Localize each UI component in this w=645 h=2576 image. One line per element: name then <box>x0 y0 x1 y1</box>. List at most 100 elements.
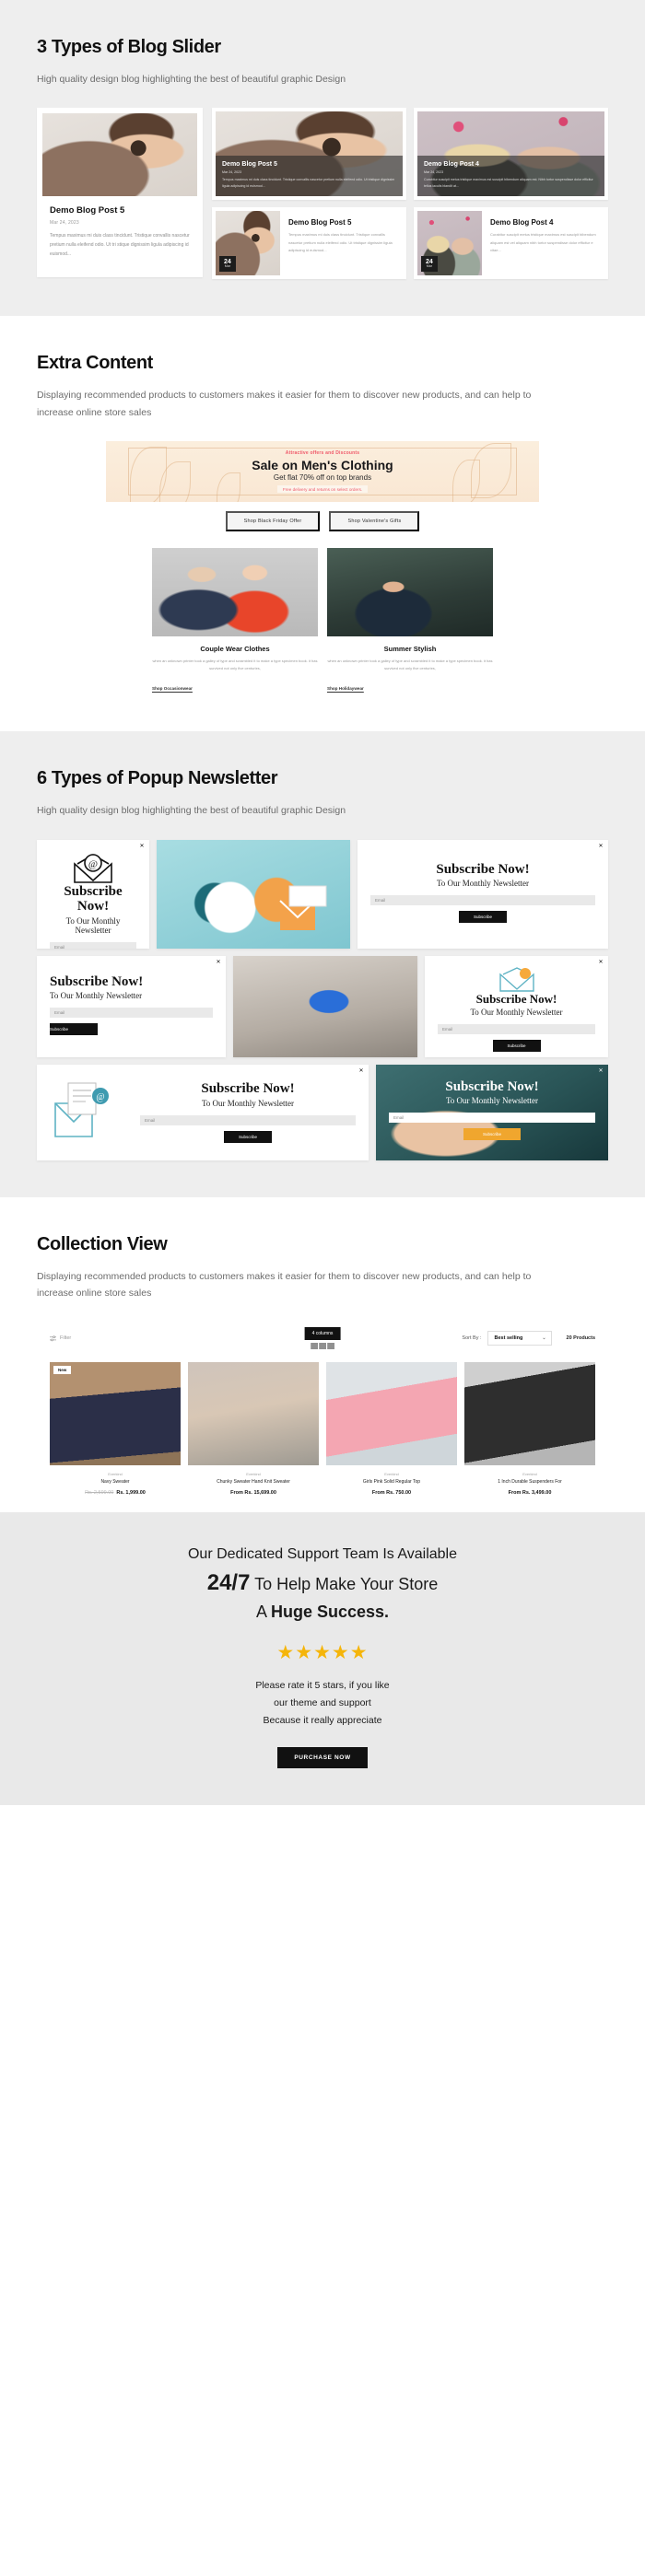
blog-card-overlay[interactable]: Demo Blog Post 5 Mar 24, 2023 Tempus max… <box>212 108 406 201</box>
collection-section-subtitle: Displaying recommended products to custo… <box>37 1270 532 1299</box>
popup-card-2[interactable] <box>157 839 350 949</box>
columns-3-icon <box>319 1343 326 1350</box>
extra-product-title: Summer Stylish <box>383 645 437 654</box>
product-price: From Rs. 15,699.00 <box>230 1489 276 1496</box>
blog-plain-column: Demo Blog Post 5 Mar 24, 2023 Tempus max… <box>37 108 203 279</box>
product-card[interactable]: New Everkind Navy Sweater Rs. 2,599.00 Rs… <box>50 1362 181 1496</box>
popup-card-6[interactable]: ✕ Subscribe Now! To Our Monthly Newslett… <box>425 955 608 1057</box>
filter-button[interactable]: Filter <box>50 1335 71 1342</box>
product-price: From Rs. 3,499.00 <box>508 1489 552 1496</box>
sort-value: Best selling <box>494 1335 523 1342</box>
subscribe-button[interactable]: Subscribe <box>50 1023 98 1035</box>
extra-section-title: Extra Content <box>37 353 153 374</box>
close-icon[interactable]: ✕ <box>597 1067 604 1075</box>
close-icon[interactable]: ✕ <box>358 1067 365 1075</box>
shop-black-friday-button[interactable]: Shop Black Friday Offer <box>225 511 321 532</box>
blog-card-title[interactable]: Demo Blog Post 5 <box>222 161 396 168</box>
email-field[interactable]: Email <box>389 1113 595 1123</box>
shop-valentines-button[interactable]: Shop Valentine's Gifts <box>329 511 420 532</box>
blog-card-side[interactable]: 24 Mar Demo Blog Post 4 Curabitur suscip… <box>414 207 608 280</box>
product-card[interactable]: Everkind 1 Inch Durable Suspenders For F… <box>464 1362 595 1496</box>
close-icon[interactable]: ✕ <box>138 843 146 850</box>
shop-occasionwear-link[interactable]: Shop Occasionwear <box>152 686 193 691</box>
sort-select[interactable]: Best selling ⌄ <box>487 1331 552 1346</box>
columns-icon-group[interactable] <box>311 1343 334 1350</box>
blog-card-title[interactable]: Demo Blog Post 5 <box>288 218 397 227</box>
popup-section-subtitle: High quality design blog highlighting th… <box>37 805 346 817</box>
popup-card-5[interactable] <box>233 955 417 1057</box>
columns-4-icon <box>327 1343 334 1350</box>
close-icon[interactable]: ✕ <box>215 959 222 966</box>
popup-subheading: To Our Monthly Newsletter <box>65 915 121 935</box>
extra-product-card[interactable]: Couple Wear Clothes when an unknown prin… <box>152 548 318 694</box>
blog-card-title[interactable]: Demo Blog Post 5 <box>50 205 190 216</box>
popup-body: @ Subscribe Now! To Our Monthly Newslett… <box>37 1065 369 1160</box>
blog-card-image: 24 Mar <box>216 211 280 276</box>
column-switcher[interactable]: 4 columns <box>304 1327 341 1350</box>
chevron-down-icon: ⌄ <box>542 1335 546 1342</box>
purchase-now-button[interactable]: PURCHASE NOW <box>277 1746 368 1768</box>
subscribe-button[interactable]: Subscribe <box>492 1039 541 1052</box>
email-field[interactable]: Email <box>140 1114 356 1125</box>
product-card[interactable]: Everkind Girls Pink Solid Regular Top Fr… <box>326 1362 457 1496</box>
blog-card-excerpt: Tempus maximus mi duis class tincidunt. … <box>50 233 190 258</box>
blog-card-excerpt: Curabitur suscipit metus tristique maxim… <box>424 177 593 188</box>
collection-toolbar: Filter 4 columns Sort By : Best selling … <box>37 1322 608 1356</box>
blog-right-column: Demo Blog Post 5 Mar 24, 2023 Tempus max… <box>212 108 608 280</box>
popup-subheading: To Our Monthly Newsletter <box>50 991 143 1000</box>
product-name[interactable]: Navy Sweater <box>50 1479 181 1486</box>
product-vendor: Everkind <box>384 1472 399 1477</box>
extra-product-card[interactable]: Summer Stylish when an unknown printer t… <box>327 548 493 694</box>
email-field[interactable]: Email <box>370 895 595 905</box>
blog-card-body: Demo Blog Post 5 Mar 24, 2023 Tempus max… <box>42 196 197 272</box>
popup-body: Subscribe Now! To Our Monthly Newsletter… <box>425 956 608 1057</box>
popup-card-4[interactable]: ✕ Subscribe Now! To Our Monthly Newslett… <box>37 955 226 1057</box>
product-name[interactable]: Girls Pink Solid Regular Top <box>326 1479 457 1486</box>
product-name[interactable]: 1 Inch Durable Suspenders For <box>464 1479 595 1486</box>
blog-card-excerpt: Tempus maximus mi duis class tincidunt. … <box>288 232 393 253</box>
blog-card-title[interactable]: Demo Blog Post 4 <box>424 161 598 168</box>
popup-card-1[interactable]: ✕ @ Subscribe Now! To Our Monthly Newsle… <box>37 839 149 949</box>
popup-row: ✕ @ Subscribe Now! To Our Monthly Newsle… <box>37 839 608 949</box>
product-name[interactable]: Chunky Sweater Hand Knit Sweater <box>188 1479 319 1486</box>
banner-subheading: Get flat 70% off on top brands <box>273 473 372 483</box>
banner-heading: Sale on Men's Clothing <box>252 458 393 473</box>
blog-card-image <box>42 113 197 197</box>
promo-banner[interactable]: Attractive offers and Discounts Sale on … <box>106 441 539 503</box>
subscribe-button[interactable]: Subscribe <box>459 911 507 923</box>
collection-view-section: Collection View Displaying recommended p… <box>0 1196 645 1512</box>
support-line-1: Our Dedicated Support Team Is Available <box>187 1545 458 1562</box>
extra-product-title: Couple Wear Clothes <box>200 645 270 654</box>
product-card[interactable]: Everkind Chunky Sweater Hand Knit Sweate… <box>188 1362 319 1496</box>
close-icon[interactable]: ✕ <box>597 843 604 850</box>
popup-row: ✕ @ Subscribe Now! To Our Monthly Newsle… <box>37 1064 608 1160</box>
popup-card-8[interactable]: ✕ Subscribe Now! To Our Monthly Newslett… <box>376 1064 608 1160</box>
banner-button-row: Shop Black Friday Offer Shop Valentine's… <box>37 511 608 532</box>
support-section: Our Dedicated Support Team Is Available … <box>0 1511 645 1805</box>
email-field[interactable]: Email <box>50 1008 213 1018</box>
blog-section-title: 3 Types of Blog Slider <box>37 37 221 57</box>
popup-body: Subscribe Now! To Our Monthly Newsletter… <box>376 1065 608 1152</box>
popup-card-3[interactable]: ✕ Subscribe Now! To Our Monthly Newslett… <box>358 839 608 949</box>
email-field[interactable]: Email <box>438 1023 595 1034</box>
shop-holidaywear-link[interactable]: Shop Holidaywear <box>327 686 364 691</box>
email-field[interactable]: Email <box>50 941 136 949</box>
blog-card-plain[interactable]: Demo Blog Post 5 Mar 24, 2023 Tempus max… <box>37 108 203 278</box>
product-price: From Rs. 750.00 <box>371 1489 412 1496</box>
subscribe-button[interactable]: Subscribe <box>224 1130 272 1143</box>
popup-text-block: Subscribe Now! To Our Monthly Newsletter… <box>136 1081 369 1143</box>
blog-card-title[interactable]: Demo Blog Post 4 <box>490 218 599 227</box>
product-badge: New <box>53 1366 72 1375</box>
subscribe-button[interactable]: Subscribe <box>463 1128 521 1140</box>
popup-body: @ Subscribe Now! To Our Monthly Newslett… <box>37 840 149 949</box>
popup-card-7[interactable]: ✕ @ Subscribe Now! To Our Monthly Newsle… <box>37 1064 369 1160</box>
sort-control: Sort By : Best selling ⌄ <box>462 1331 552 1346</box>
blog-card-excerpt: Tempus maximus mi duis class tincidunt. … <box>222 177 395 188</box>
blog-card-overlay[interactable]: Demo Blog Post 4 Mar 24, 2023 Curabitur … <box>414 108 608 201</box>
support-availability: 24/7 <box>206 1569 251 1595</box>
close-icon[interactable]: ✕ <box>597 959 604 966</box>
extra-content-section: Extra Content Displaying recommended pro… <box>0 316 645 732</box>
product-vendor: Everkind <box>246 1472 261 1477</box>
svg-text:@: @ <box>88 858 98 869</box>
blog-card-side[interactable]: 24 Mar Demo Blog Post 5 Tempus maximus m… <box>212 207 406 280</box>
